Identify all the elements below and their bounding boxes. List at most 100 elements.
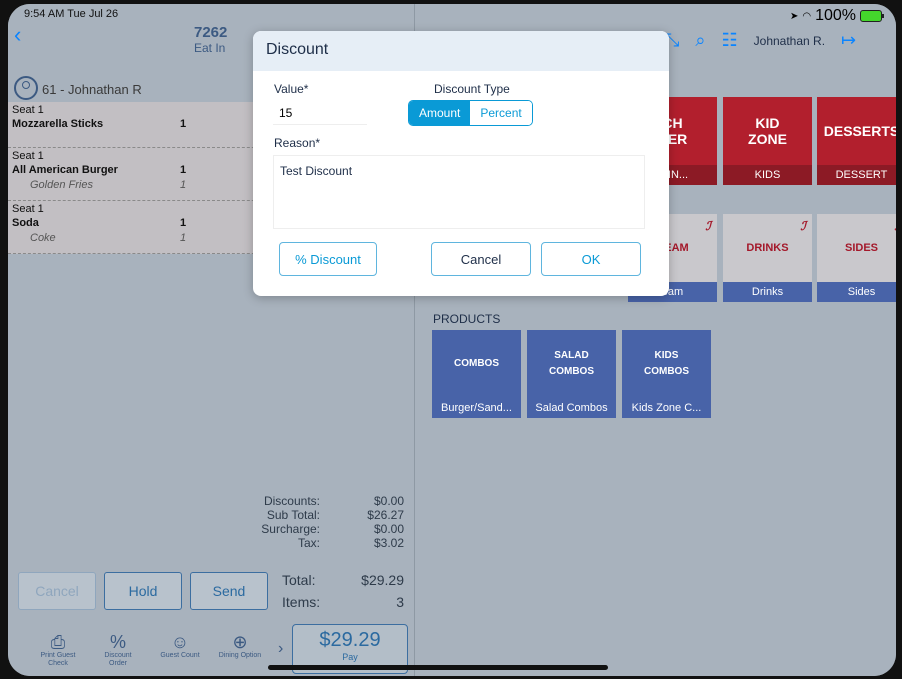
people-icon: ☺ (170, 632, 190, 652)
hold-button[interactable]: Hold (104, 572, 182, 610)
product-tile[interactable]: COMBOS Burger/Sand... (432, 330, 521, 418)
item-qty: 1 (180, 164, 187, 176)
script-logo-icon: ℐ (800, 219, 806, 233)
surcharge-label: Surcharge: (261, 522, 320, 536)
item-qty: 1 (180, 118, 187, 130)
customer-name: 61 - Johnathan R (42, 82, 142, 97)
item-modifier-qty: 1 (180, 179, 187, 191)
menu-tile-caption: KIDS (723, 165, 812, 185)
menu-tile-title: DRINKS (746, 242, 789, 254)
product-tile-title: KIDS COMBOS (622, 330, 711, 398)
printer-icon: ⎙ (50, 632, 66, 652)
total-value: $29.29 (361, 572, 404, 588)
discounts-value: $0.00 (373, 494, 404, 508)
item-modifier: Golden Fries (30, 179, 93, 191)
menu-tile[interactable]: ℐ SIDES Sides (817, 214, 896, 302)
avatar-icon (14, 76, 38, 100)
item-name: Mozzarella Sticks (12, 118, 104, 130)
item-modifier-qty: 1 (180, 232, 187, 244)
menu-tile-caption: DESSERT (817, 165, 896, 185)
discounts-label: Discounts: (263, 494, 320, 508)
product-tile-caption: Burger/Sand... (432, 398, 521, 418)
tax-value: $3.02 (373, 536, 404, 550)
battery-icon (860, 10, 884, 22)
script-logo-icon: ℐ (705, 219, 711, 233)
value-label: Value* (274, 82, 309, 96)
totals-summary: Discounts: $0.00 Sub Total: $26.27 Surchar… (208, 494, 404, 550)
dialog-title: Discount (266, 41, 329, 58)
guest-count-tool[interactable]: ☺ Guest Count (158, 632, 202, 660)
reason-label: Reason* (274, 136, 321, 150)
menu-tile-title: DESSERTS (817, 97, 896, 165)
print-label: Print Guest Check (40, 652, 76, 667)
discount-label: Discount Order (104, 652, 132, 667)
item-qty: 1 (180, 217, 187, 229)
product-tile[interactable]: KIDS COMBOS Kids Zone C... (622, 330, 711, 418)
item-name: All American Burger (12, 164, 118, 176)
discount-order-tool[interactable]: % Discount Order (96, 632, 140, 668)
ok-button[interactable]: OK (541, 242, 641, 276)
menu-tile[interactable]: KID ZONE KIDS (723, 97, 812, 185)
item-seat: Seat 1 (12, 104, 44, 116)
item-name: Soda (12, 217, 39, 229)
discount-dialog: Discount Value* Discount Type Amount Per… (253, 31, 669, 296)
total-label: Total: (282, 572, 316, 588)
dining-option-tool[interactable]: ⊕ Dining Option (218, 632, 262, 660)
percent-icon: % (109, 632, 126, 652)
product-tile-caption: Salad Combos (527, 398, 616, 418)
subtotal-value: $26.27 (367, 508, 404, 522)
product-tile[interactable]: SALAD COMBOS Salad Combos (527, 330, 616, 418)
status-time: 9:54 AM Tue Jul 26 (24, 8, 119, 20)
screen: 9:54 AM Tue Jul 26 ‹ 7262 Eat In 61 - Jo… (8, 4, 896, 676)
cancel-order-button[interactable]: Cancel (18, 572, 96, 610)
discount-type-toggle: Amount Percent (408, 100, 533, 126)
grand-total: Total: $29.29 Items: 3 (268, 572, 404, 616)
items-count: 3 (396, 594, 404, 610)
percent-discount-button[interactable]: % Discount (279, 242, 377, 276)
product-tile-caption: Kids Zone C... (622, 398, 711, 418)
discount-type-label: Discount Type (434, 82, 510, 96)
battery-percent: 100% (815, 7, 856, 24)
guest-label: Guest Count (160, 652, 200, 659)
cancel-button[interactable]: Cancel (431, 242, 531, 276)
subtotal-label: Sub Total: (266, 508, 320, 522)
order-type[interactable]: Eat In (194, 41, 225, 55)
send-button[interactable]: Send (190, 572, 268, 610)
status-indicators: ➤ ◠ 100% (789, 7, 884, 25)
back-chevron-icon[interactable]: ‹ (14, 22, 21, 48)
item-seat: Seat 1 (12, 203, 44, 215)
location-icon: ➤ (789, 10, 799, 22)
tax-label: Tax: (297, 536, 320, 550)
item-modifier: Coke (30, 232, 56, 244)
script-logo-icon: ℐ (894, 218, 896, 234)
dining-label: Dining Option (218, 652, 262, 659)
menu-tile-title: SIDES (844, 242, 878, 254)
menu-tile[interactable]: ℐ DRINKS Drinks (723, 214, 812, 302)
product-tile-title: COMBOS (432, 330, 521, 398)
item-seat: Seat 1 (12, 150, 44, 162)
search-icon[interactable]: ⌕ (695, 30, 705, 51)
value-input[interactable] (273, 101, 367, 125)
user-name[interactable]: Johnathan R. (754, 34, 825, 48)
wifi-icon: ◠ (802, 10, 812, 22)
product-tile-title: SALAD COMBOS (527, 330, 616, 398)
print-guest-check-tool[interactable]: ⎙ Print Guest Check (36, 632, 80, 668)
menu-tile[interactable]: DESSERTS DESSERT (817, 97, 896, 185)
amount-option[interactable]: Amount (409, 101, 471, 125)
reason-input[interactable]: Test Discount (273, 155, 645, 229)
dialog-header: Discount (253, 31, 669, 71)
menu-tile-caption: Drinks (723, 282, 812, 302)
chevron-right-icon: › (278, 640, 284, 657)
menu-tile-title: KID ZONE (723, 97, 812, 165)
items-label: Items: (282, 594, 321, 610)
products-section-label: PRODUCTS (433, 312, 501, 326)
menu-tile-caption: Sides (817, 282, 896, 302)
percent-option[interactable]: Percent (470, 101, 532, 125)
header-toolbar: ⤡ ⌕ ☷ Johnathan R. ↦ (665, 30, 856, 51)
logout-icon[interactable]: ↦ (841, 30, 856, 51)
utensils-icon: ⊕ (232, 632, 248, 652)
order-number: 7262 (194, 24, 228, 41)
home-indicator[interactable] (268, 665, 608, 670)
document-icon[interactable]: ☷ (722, 30, 738, 51)
pay-amount: $29.29 (319, 629, 381, 651)
